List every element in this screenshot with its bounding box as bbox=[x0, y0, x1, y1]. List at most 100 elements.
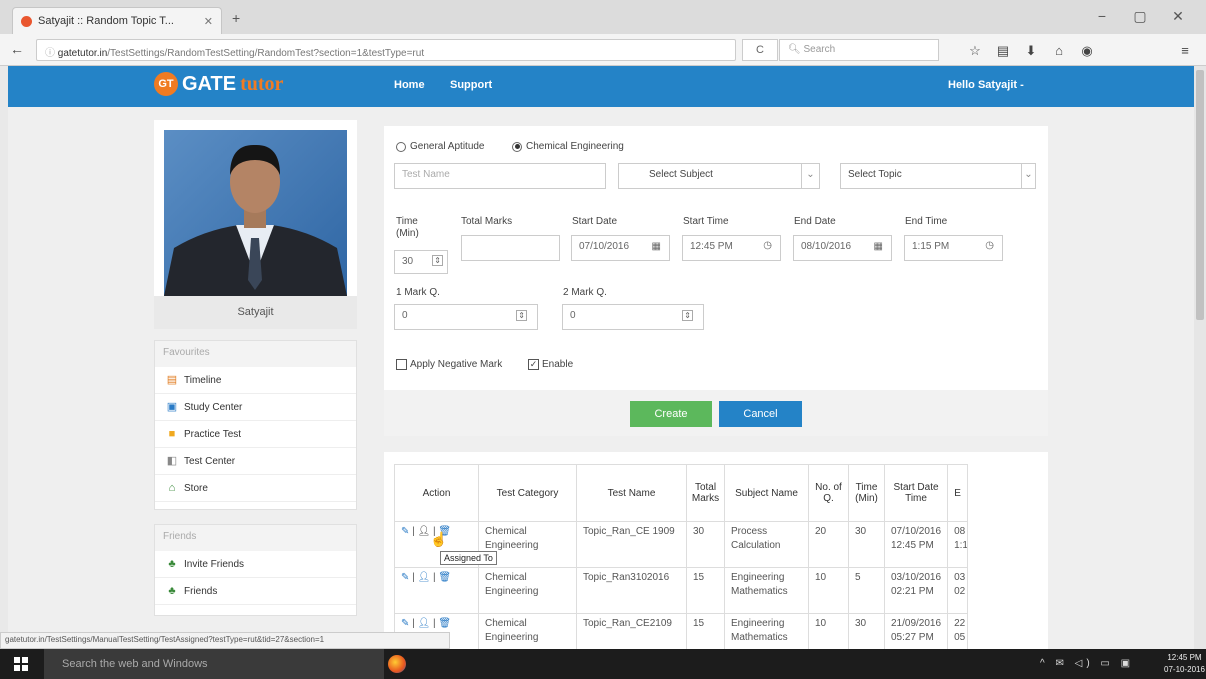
nav-home-link[interactable]: Home bbox=[394, 79, 425, 91]
calendar-icon[interactable]: ▦ bbox=[652, 241, 661, 252]
start-time-input[interactable]: 12:45 PM ◷ bbox=[682, 235, 781, 261]
pocket-icon[interactable]: ◉ bbox=[1078, 43, 1096, 59]
nav-support-link[interactable]: Support bbox=[450, 79, 492, 91]
sidebar-item-timeline[interactable]: ▤ Timeline bbox=[155, 367, 356, 394]
bookmark-star-icon[interactable]: ☆ bbox=[966, 43, 984, 59]
sidebar-item-friends[interactable]: ♣ Friends bbox=[155, 578, 356, 605]
back-arrow-icon[interactable]: ← bbox=[10, 41, 24, 57]
sidebar-item-study-center[interactable]: ▣ Study Center bbox=[155, 394, 356, 421]
windows-start-icon[interactable] bbox=[14, 657, 28, 671]
taskbar-search-input[interactable]: Search the web and Windows bbox=[44, 649, 384, 679]
browser-tab[interactable]: Satyajit :: Random Topic T... ✕ bbox=[12, 7, 222, 34]
sidebar-item-label: Study Center bbox=[184, 401, 243, 413]
minimize-icon[interactable]: − bbox=[1092, 8, 1112, 24]
sidebar-item-test-center[interactable]: ◧ Test Center bbox=[155, 448, 356, 475]
spinner-icon[interactable]: ⇕ bbox=[432, 255, 443, 266]
reload-icon[interactable]: C bbox=[742, 39, 778, 61]
practice-test-icon: ■ bbox=[168, 427, 176, 440]
two-mark-stepper[interactable]: 0 ⇕ bbox=[562, 304, 704, 330]
assign-user-icon[interactable]: 👤︎ bbox=[418, 618, 431, 629]
edit-pencil-icon[interactable]: ✎ bbox=[401, 618, 409, 629]
sidebar-item-label: Test Center bbox=[184, 455, 236, 467]
scrollbar-thumb[interactable] bbox=[1196, 70, 1204, 320]
name-cell: Topic_Ran3102016 bbox=[576, 567, 687, 614]
test-center-icon: ◧ bbox=[166, 454, 178, 467]
col-header: Action bbox=[394, 464, 479, 522]
assigned-to-tooltip: Assigned To bbox=[440, 551, 497, 565]
browser-tab-bar: Satyajit :: Random Topic T... ✕ + − ▢ ✕ bbox=[0, 0, 1206, 34]
delete-trash-icon[interactable]: 🗑︎ bbox=[438, 572, 451, 583]
url-domain: gatetutor.in bbox=[57, 48, 108, 59]
sidebar-item-practice-test[interactable]: ■ Practice Test bbox=[155, 421, 356, 448]
subject-cell: Engineering Mathematics bbox=[724, 567, 809, 614]
window-close-icon[interactable]: ✕ bbox=[1168, 8, 1188, 25]
test-name-input[interactable]: Test Name bbox=[394, 163, 606, 189]
select-subject-dropdown[interactable]: Select Subject ⌄ bbox=[618, 163, 820, 189]
col-header: Time (Min) bbox=[848, 464, 885, 522]
assign-user-icon[interactable]: 👤︎ bbox=[418, 572, 431, 583]
friends-icon: ♣ bbox=[168, 584, 176, 597]
reading-list-icon[interactable]: ▤ bbox=[994, 43, 1012, 59]
spinner-icon[interactable]: ⇕ bbox=[682, 310, 693, 321]
create-button[interactable]: Create bbox=[630, 401, 712, 427]
user-greeting-menu[interactable]: Hello Satyajit - bbox=[948, 79, 1024, 91]
firefox-taskbar-icon[interactable] bbox=[388, 655, 406, 673]
two-mark-value: 0 bbox=[570, 310, 576, 321]
url-input[interactable]: ⓘ gatetutor.in/TestSettings/RandomTestSe… bbox=[36, 39, 736, 61]
windows-taskbar: Search the web and Windows ^ ✉ ◁) ▭ ▣ 12… bbox=[0, 649, 1206, 679]
taskbar-clock[interactable]: 12:45 PM 07-10-2016 bbox=[1164, 652, 1205, 676]
select-subject-value: Select Subject bbox=[649, 169, 713, 180]
profile-photo bbox=[164, 130, 347, 296]
sidebar-item-invite-friends[interactable]: ♣ Invite Friends bbox=[155, 551, 356, 578]
assign-user-icon[interactable]: 👤︎ bbox=[418, 526, 431, 537]
subject-cell: Process Calculation bbox=[724, 521, 809, 568]
table-row[interactable]: ✎ | 👤︎ | 🗑︎ Chemical Engineering Topic_R… bbox=[394, 567, 969, 614]
end-time-input[interactable]: 1:15 PM ◷ bbox=[904, 235, 1003, 261]
friends-panel: Friends ♣ Invite Friends ♣ Friends bbox=[154, 524, 357, 616]
sidebar-item-label: Invite Friends bbox=[184, 558, 245, 570]
tab-close-icon[interactable]: ✕ bbox=[204, 15, 213, 28]
sidebar-item-store[interactable]: ⌂ Store bbox=[155, 475, 356, 502]
general-aptitude-radio[interactable]: General Aptitude bbox=[396, 141, 485, 152]
download-icon[interactable]: ⬇ bbox=[1022, 43, 1040, 59]
logo-tutor-text: tutor bbox=[240, 72, 284, 95]
select-topic-dropdown[interactable]: Select Topic ⌄ bbox=[840, 163, 1036, 189]
clock-icon[interactable]: ◷ bbox=[985, 240, 994, 251]
browser-search-input[interactable]: 🔍︎ Search bbox=[779, 39, 939, 61]
category-cell: Chemical Engineering bbox=[478, 567, 577, 614]
edit-pencil-icon[interactable]: ✎ bbox=[401, 572, 409, 583]
col-header: No. of Q. bbox=[808, 464, 849, 522]
system-tray-icons[interactable]: ^ ✉ ◁) ▭ ▣ bbox=[1040, 658, 1134, 669]
enable-checkbox[interactable]: ✓ Enable bbox=[528, 359, 573, 370]
start-date-input[interactable]: 07/10/2016 ▦ bbox=[571, 235, 670, 261]
clock-icon[interactable]: ◷ bbox=[763, 240, 772, 251]
calendar-icon[interactable]: ▦ bbox=[874, 241, 883, 252]
delete-trash-icon[interactable]: 🗑︎ bbox=[438, 618, 451, 629]
clock-time: 12:45 PM bbox=[1167, 653, 1202, 662]
favourites-title: Favourites bbox=[155, 341, 356, 367]
radio-checked-icon bbox=[512, 141, 522, 152]
negative-mark-checkbox[interactable]: Apply Negative Mark bbox=[396, 359, 502, 370]
total-marks-label: Total Marks bbox=[461, 216, 513, 227]
two-mark-label: 2 Mark Q. bbox=[563, 287, 607, 298]
gatetutor-logo[interactable]: GT GATE tutor bbox=[154, 72, 283, 96]
home-icon[interactable]: ⌂ bbox=[1050, 43, 1068, 58]
friends-title: Friends bbox=[155, 525, 356, 551]
menu-icon[interactable]: ≡ bbox=[1176, 43, 1194, 58]
edit-pencil-icon[interactable]: ✎ bbox=[401, 526, 409, 537]
total-marks-input[interactable] bbox=[461, 235, 560, 261]
maximize-icon[interactable]: ▢ bbox=[1130, 8, 1150, 25]
chevron-down-icon: ⌄ bbox=[801, 164, 819, 188]
end-cell: 08 1:1 bbox=[947, 521, 969, 568]
time-stepper[interactable]: 30 ⇕ bbox=[394, 250, 448, 274]
page-scrollbar[interactable] bbox=[1194, 66, 1206, 649]
new-tab-button[interactable]: + bbox=[232, 10, 240, 26]
sidebar-item-label: Friends bbox=[184, 585, 218, 597]
spinner-icon[interactable]: ⇕ bbox=[516, 310, 527, 321]
one-mark-stepper[interactable]: 0 ⇕ bbox=[394, 304, 538, 330]
cancel-button[interactable]: Cancel bbox=[719, 401, 802, 427]
url-path: /TestSettings/RandomTestSetting/RandomTe… bbox=[107, 48, 425, 59]
chemical-engineering-radio[interactable]: Chemical Engineering bbox=[512, 141, 624, 152]
end-date-input[interactable]: 08/10/2016 ▦ bbox=[793, 235, 892, 261]
start-cell: 07/10/2016 12:45 PM bbox=[883, 521, 949, 568]
